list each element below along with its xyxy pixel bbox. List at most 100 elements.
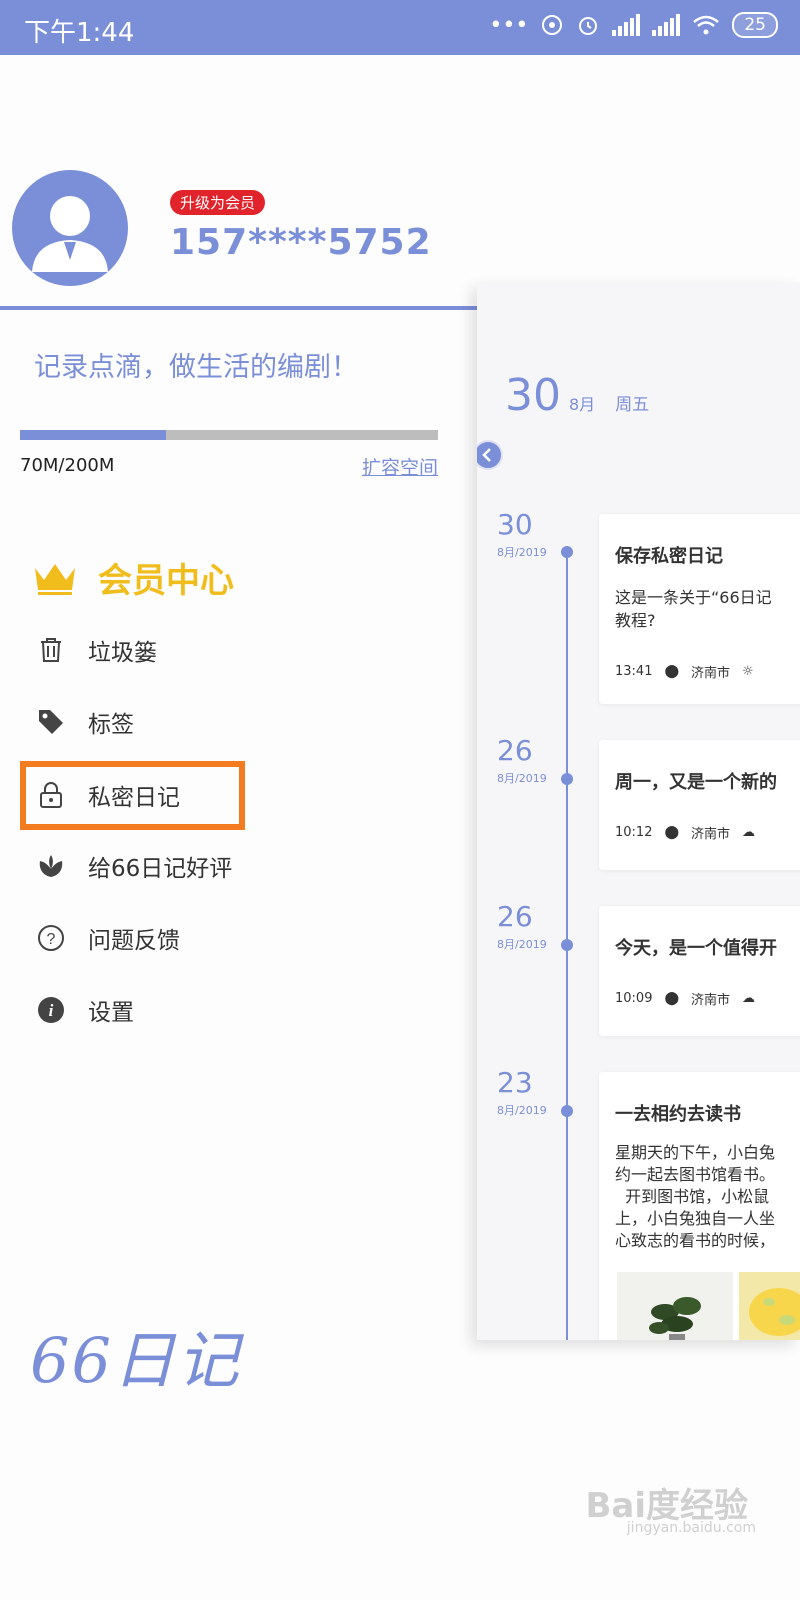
status-bar: 下午1:44 ••• 25 [0, 0, 800, 55]
entry-month: 8月 [497, 938, 515, 951]
signal-icon-2 [652, 14, 681, 36]
storage-progress-bar [20, 430, 438, 440]
profile-divider [0, 306, 477, 310]
tag-icon [36, 707, 66, 737]
diary-location: 济南市 [691, 993, 731, 1008]
wifi-icon [693, 15, 720, 35]
diary-title: 保存私密日记 [615, 546, 723, 567]
header-month: 8月 [569, 395, 596, 414]
menu-item-label: 给66日记好评 [88, 856, 233, 882]
diary-time: 10:09 [615, 991, 653, 1006]
menu-item-rate[interactable]: 给66日记好评 [36, 849, 232, 883]
header-day: 30 [505, 370, 561, 421]
menu-item-label: 问题反馈 [88, 928, 180, 954]
diary-excerpt: 星期天的下午，小白兔 约一起去图书馆看书。 开到图书馆，小松鼠 上，小白兔独自一… [615, 1143, 776, 1250]
signal-icon [612, 14, 641, 36]
entry-month: 8月 [497, 772, 515, 785]
sun-icon: ☼ [742, 664, 754, 679]
food-image [749, 1288, 800, 1336]
svg-text:i: i [49, 1001, 54, 1020]
diary-photo-food[interactable] [739, 1272, 800, 1340]
entry-date: 23 8月/2019 [497, 1066, 547, 1117]
menu-item-feedback[interactable]: ? 问题反馈 [36, 921, 180, 955]
diary-card[interactable]: 一去相约去读书 星期天的下午，小白兔 约一起去图书馆看书。 开到图书馆，小松鼠 … [599, 1072, 800, 1340]
entry-date: 26 8月/2019 [497, 900, 547, 951]
diary-card[interactable]: 今天，是一个值得开 10:09 ⬤ 济南市 ☁ [599, 906, 800, 1036]
menu-item-settings[interactable]: i 设置 [36, 993, 134, 1027]
diary-meta: 13:41 ⬤ 济南市 ☼ [615, 662, 754, 681]
entry-year: 2019 [518, 772, 547, 785]
menu-item-label: 私密日记 [88, 785, 180, 811]
menu-item-tag[interactable]: 标签 [36, 705, 134, 739]
diary-timeline-panel[interactable]: 30 8月 周五 30 8月/2019 保存私密日记 这是一条关于“66日记 教… [477, 282, 800, 1340]
slogan: 记录点滴，做生活的编剧！ [34, 352, 358, 383]
entry-year: 2019 [518, 1104, 547, 1117]
timeline-dot [561, 939, 573, 951]
app-logo: 66日记 [30, 1324, 241, 1397]
user-avatar-icon [32, 196, 108, 272]
collapse-drawer-button[interactable] [477, 440, 503, 470]
entry-day: 26 [497, 734, 533, 767]
diary-meta: 10:12 ⬤ 济南市 ☁ [615, 823, 755, 842]
storage-used-text: 70M/200M [20, 455, 115, 476]
entry-day: 30 [497, 508, 533, 541]
diary-location: 济南市 [691, 666, 731, 681]
avatar[interactable] [12, 170, 128, 286]
entry-month: 8月 [497, 546, 515, 559]
alarm-icon [579, 17, 598, 35]
diary-title: 一去相约去读书 [615, 1104, 741, 1125]
diary-meta: 10:09 ⬤ 济南市 ☁ [615, 989, 755, 1008]
cloud-icon: ☁ [742, 991, 756, 1006]
storage-progress-fill [20, 430, 167, 440]
svg-text:?: ? [47, 931, 56, 948]
entry-year: 2019 [518, 938, 547, 951]
flower-icon [36, 851, 66, 881]
plant-image [649, 1297, 701, 1340]
chevron-left-icon [482, 448, 491, 462]
watermark-url: jingyan.baidu.com [626, 1520, 756, 1536]
diary-card[interactable]: 保存私密日记 这是一条关于“66日记 教程? 13:41 ⬤ 济南市 ☼ [599, 514, 800, 704]
menu-item-private-diary[interactable]: 私密日记 [36, 778, 180, 812]
diary-photo-plant[interactable] [617, 1272, 733, 1340]
question-icon: ? [36, 923, 66, 953]
menu-item-label: 标签 [88, 712, 134, 738]
location-pin-icon: ⬤ [664, 664, 680, 679]
upgrade-vip-badge[interactable]: 升级为会员 [170, 190, 266, 215]
diary-location: 济南市 [691, 827, 731, 842]
entry-date: 30 8月/2019 [497, 508, 547, 559]
trash-icon [36, 635, 66, 665]
diary-card[interactable]: 周一，又是一个新的 10:12 ⬤ 济南市 ☁ [599, 740, 800, 870]
diary-time: 10:12 [615, 825, 653, 840]
battery-icon: 25 [732, 12, 778, 38]
location-pin-icon: ⬤ [664, 825, 680, 840]
diary-time: 13:41 [615, 664, 653, 679]
entry-date: 26 8月/2019 [497, 734, 547, 785]
vip-center[interactable]: 会员中心 [32, 553, 234, 602]
entry-day: 23 [497, 1066, 533, 1099]
crown-icon [35, 563, 75, 595]
header-weekday: 周五 [615, 395, 650, 415]
location-pin-icon: ⬤ [664, 991, 680, 1006]
cloud-icon: ☁ [742, 825, 756, 840]
status-icons: ••• 25 [489, 12, 778, 38]
timeline-dot [561, 546, 573, 558]
menu-item-trash[interactable]: 垃圾篓 [36, 633, 157, 667]
timeline-dot [561, 773, 573, 785]
timeline-dot [561, 1105, 573, 1117]
entry-month: 8月 [497, 1104, 515, 1117]
diary-title: 周一，又是一个新的 [615, 772, 777, 793]
menu-item-label: 垃圾篓 [88, 640, 157, 666]
current-date-header: 30 8月 周五 [505, 370, 649, 421]
entry-day: 26 [497, 900, 533, 933]
entry-year: 2019 [518, 546, 547, 559]
diary-excerpt: 这是一条关于“66日记 教程? [615, 588, 772, 630]
user-phone: 157****5752 [170, 222, 432, 263]
vip-center-label: 会员中心 [98, 561, 234, 601]
expand-storage-link[interactable]: 扩容空间 [362, 453, 438, 480]
status-time: 下午1:44 [24, 18, 135, 48]
menu-item-label: 设置 [88, 1000, 134, 1026]
hotspot-icon [542, 15, 563, 35]
info-icon: i [36, 995, 66, 1025]
more-icon: ••• [489, 12, 529, 38]
lock-icon [36, 780, 66, 810]
